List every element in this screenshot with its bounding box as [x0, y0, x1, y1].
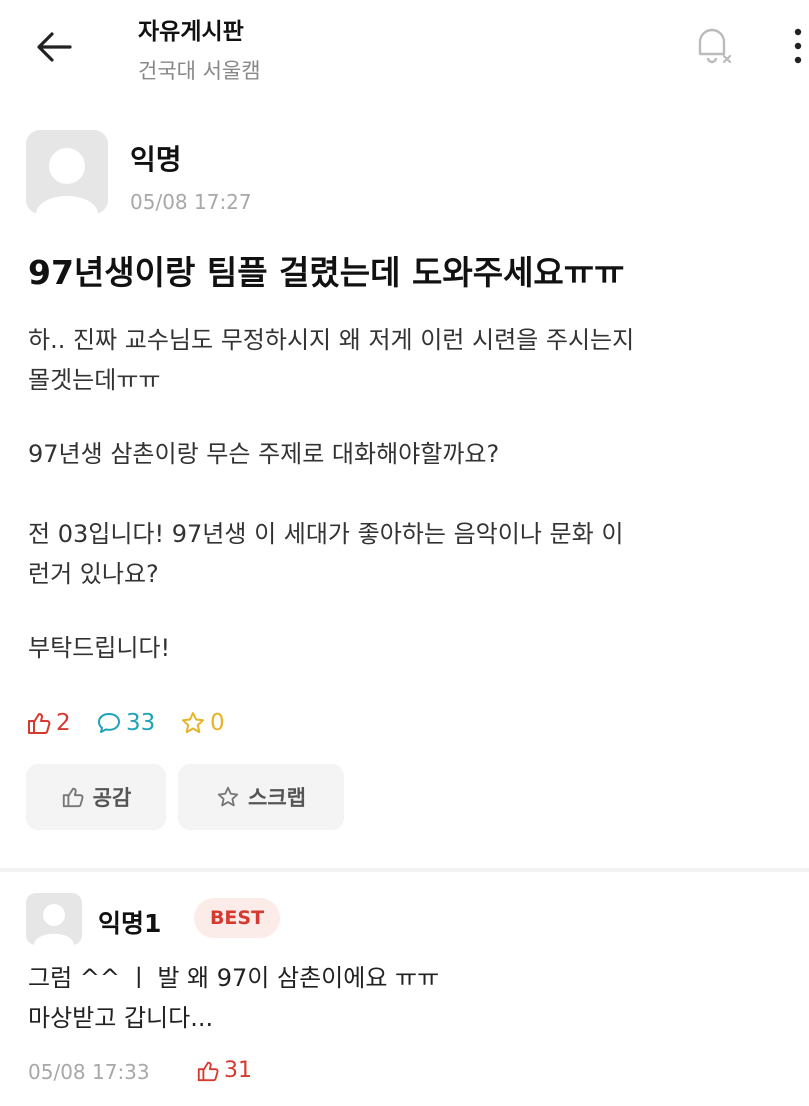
comment-text-line: 마상받고 갑니다...: [28, 1004, 214, 1032]
comment-avatar: [26, 893, 82, 945]
post-body-line: 부탁드립니다!: [28, 634, 171, 662]
back-button[interactable]: [30, 22, 80, 72]
post-body-line: 97년생 삼촌이랑 무슨 주제로 대화해야할까요?: [28, 440, 500, 468]
star-icon: [217, 786, 239, 807]
more-options-button[interactable]: [787, 24, 809, 68]
author-name: 익명: [130, 143, 182, 176]
like-count-value: 2: [56, 710, 71, 736]
thumbs-up-icon: [28, 713, 51, 734]
more-vertical-icon: [794, 28, 802, 64]
comment-count-value: 33: [126, 710, 156, 736]
bell-off-icon: [698, 28, 732, 64]
star-icon: [182, 712, 204, 734]
post-body-line: 몰겟는데ㅠㅠ: [28, 366, 161, 394]
board-title: 자유게시판: [138, 19, 244, 45]
scrap-button-label: 스크랩: [248, 786, 306, 810]
post-timestamp: 05/08 17:27: [130, 190, 252, 214]
avatar: [26, 130, 108, 214]
speech-bubble-icon: [98, 713, 120, 733]
comment-like-count[interactable]: 31: [196, 1058, 252, 1083]
comment-count: 33: [96, 710, 155, 736]
post-body-line: 런거 있나요?: [28, 560, 159, 588]
scrap-button[interactable]: 스크랩: [178, 764, 344, 830]
like-button-label: 공감: [92, 786, 132, 810]
post-body-line: 전 03입니다! 97년생 이 세대가 좋아하는 음악이나 문화 이: [28, 520, 624, 548]
comment-timestamp: 05/08 17:33: [28, 1060, 150, 1084]
post-title: 97년생이랑 팀플 걸렸는데 도와주세요ㅠㅠ: [28, 253, 625, 292]
notification-toggle[interactable]: [688, 20, 736, 68]
thumbs-up-icon: [197, 1061, 219, 1081]
like-button[interactable]: 공감: [26, 764, 166, 830]
comment-text-line: 그럼 ^^ ㅣ 발 왜 97이 삼촌이에요 ㅠㅠ: [28, 964, 440, 992]
scrap-count-value: 0: [210, 710, 225, 736]
comment-author: 익명1: [98, 909, 162, 938]
post-body-line: 하.. 진짜 교수님도 무정하시지 왜 저게 이런 시련을 주시는지: [28, 326, 635, 354]
board-subtitle: 건국대 서울캠: [138, 59, 261, 83]
section-divider: [0, 868, 809, 872]
best-badge: BEST: [194, 898, 280, 938]
default-avatar-icon: [34, 904, 74, 945]
like-count: 2: [26, 710, 71, 736]
comment-like-value: 31: [224, 1058, 252, 1083]
default-avatar-icon: [36, 148, 98, 214]
scrap-count: 0: [180, 710, 225, 736]
thumbs-up-icon: [62, 787, 84, 808]
back-arrow-icon: [37, 32, 72, 62]
